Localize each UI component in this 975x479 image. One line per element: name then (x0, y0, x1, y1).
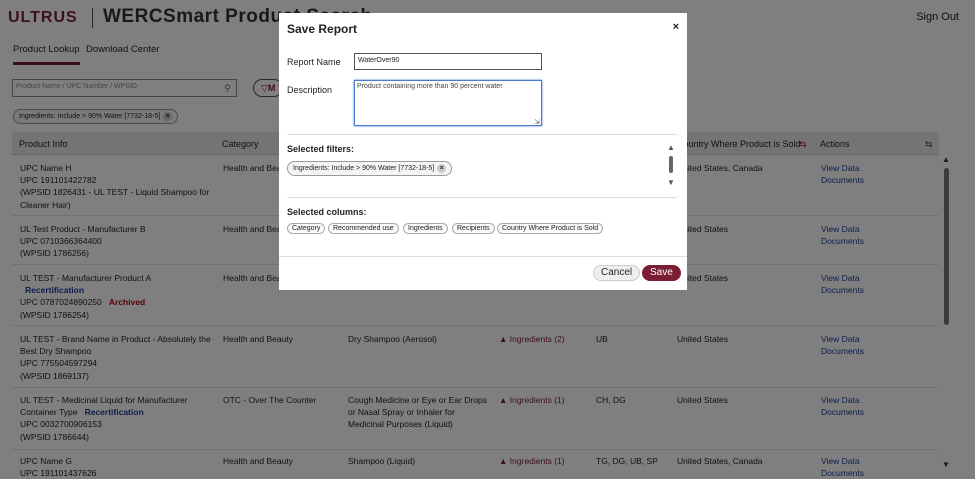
divider (287, 197, 677, 198)
close-icon[interactable]: × (673, 21, 679, 33)
selected-filter-text: Ingredients: Include > 90% Water [7732-1… (293, 165, 435, 172)
column-chip: Recipients (452, 223, 495, 234)
description-label: Description (287, 85, 333, 95)
filters-scrollbar-thumb[interactable] (669, 156, 673, 173)
dialog-title: Save Report (287, 22, 358, 36)
remove-filter-icon[interactable]: × (437, 164, 447, 173)
column-chip: Recommended use (328, 223, 399, 234)
column-chip: Ingredients (403, 223, 448, 234)
column-chip: Category (287, 223, 326, 234)
report-name-label: Report Name (287, 57, 341, 67)
selected-filter-chip: Ingredients: Include > 90% Water [7732-1… (287, 161, 453, 176)
selected-columns-label: Selected columns: (287, 207, 367, 217)
save-button[interactable]: Save (642, 265, 681, 281)
report-name-input[interactable]: WaterOver90 (354, 53, 542, 70)
resize-handle-icon[interactable]: ⇲ (534, 118, 540, 126)
cancel-button[interactable]: Cancel (593, 265, 641, 281)
selected-filters-label: Selected filters: (287, 144, 355, 154)
save-report-dialog: Save Report × Report Name WaterOver90 De… (279, 13, 687, 290)
scroll-down-icon[interactable]: ▼ (667, 178, 675, 187)
column-chip: Country Where Product is Sold (497, 223, 604, 234)
divider (279, 256, 687, 257)
divider (287, 134, 677, 135)
scroll-up-icon[interactable]: ▲ (667, 143, 675, 152)
description-text: Product containing more than 90 percent … (357, 83, 503, 90)
description-textarea[interactable]: Product containing more than 90 percent … (354, 80, 542, 126)
